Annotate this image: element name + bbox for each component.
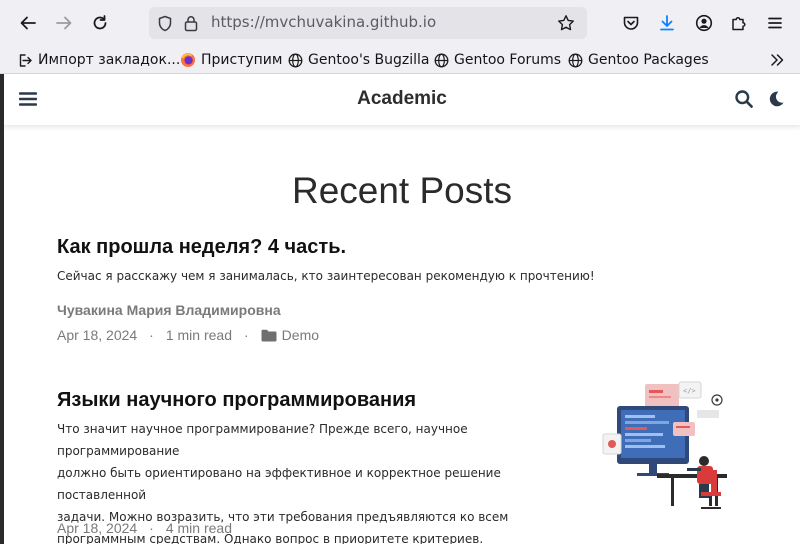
globe-icon: [287, 52, 303, 68]
forward-button[interactable]: [49, 8, 79, 38]
firefox-icon: [180, 52, 196, 68]
meta-separator: ·: [149, 520, 154, 536]
url-bar[interactable]: https://mvchuvakina.github.io: [149, 7, 587, 39]
page-title: Recent Posts: [291, 170, 513, 211]
url-text[interactable]: https://mvchuvakina.github.io: [211, 13, 436, 31]
bookmark-gentoo-packages[interactable]: Gentoo Packages: [567, 50, 709, 70]
lock-icon[interactable]: [182, 14, 200, 32]
post-summary: Сейчас я расскажу чем я занималась, кто …: [57, 269, 595, 283]
post-title-link[interactable]: Языки научного программирования: [57, 389, 416, 412]
post-date: Apr 18, 2024: [57, 520, 138, 536]
search-button[interactable]: [732, 87, 756, 111]
folder-icon: [261, 329, 277, 342]
bookmark-import[interactable]: Импорт закладок...: [17, 50, 180, 70]
meta-separator: ·: [244, 327, 249, 343]
meta-separator: ·: [149, 327, 154, 343]
account-button[interactable]: [689, 8, 719, 38]
hamburger-icon: [768, 17, 782, 29]
bookmark-label: Gentoo Forums: [454, 52, 562, 68]
post-read-time: 4 min read: [165, 520, 232, 536]
moon-icon: [769, 91, 784, 107]
post-meta: Apr 18, 2024 · 4 min read: [57, 518, 232, 538]
bookmark-gentoo-bugzilla[interactable]: Gentoo's Bugzilla: [287, 50, 430, 70]
pocket-button[interactable]: [616, 8, 646, 38]
bookmark-label: Gentoo's Bugzilla: [308, 52, 430, 68]
post-date: Apr 18, 2024: [57, 327, 138, 343]
bookmark-label: Импорт закладок...: [38, 52, 181, 68]
puzzle-icon: [732, 16, 746, 31]
download-icon: [660, 15, 674, 31]
forward-arrow-icon: [56, 16, 72, 30]
post-author-link[interactable]: Чувакина Мария Владимировна: [57, 302, 281, 318]
globe-icon: [567, 52, 583, 68]
double-chevron-right-icon: [771, 54, 784, 66]
dark-mode-toggle[interactable]: [764, 87, 788, 111]
post-meta: Apr 18, 2024 · 1 min read · Demo: [57, 325, 319, 345]
back-button[interactable]: [13, 8, 43, 38]
window-edge: [0, 74, 4, 544]
summary-line: должно быть ориентировано на эффективное…: [57, 466, 501, 502]
bookmark-label: Gentoo Packages: [588, 52, 709, 68]
browser-toolbar: https://mvchuvakina.github.io: [0, 0, 800, 46]
reload-icon: [93, 15, 107, 30]
post-read-time: 1 min read: [165, 327, 232, 343]
account-icon: [695, 14, 713, 32]
pocket-icon: [623, 16, 639, 30]
post-thumbnail-image[interactable]: </>: [597, 378, 747, 513]
bookmarks-overflow-button[interactable]: [769, 50, 785, 70]
downloads-button[interactable]: [652, 8, 682, 38]
post-title-link[interactable]: Как прошла неделя? 4 часть.: [57, 236, 346, 259]
reload-button[interactable]: [85, 8, 115, 38]
extensions-button[interactable]: [724, 8, 754, 38]
svg-text:</>: </>: [683, 387, 696, 395]
post-category-link[interactable]: Demo: [282, 327, 319, 343]
bookmark-label: Приступим: [201, 52, 283, 68]
bookmarks-bar: Импорт закладок... Приступим Gentoo's Bu…: [0, 46, 800, 74]
bookmark-gentoo-forums[interactable]: Gentoo Forums: [433, 50, 561, 70]
app-menu-button[interactable]: [760, 8, 790, 38]
site-navbar: Academic: [4, 74, 800, 126]
globe-icon: [433, 52, 449, 68]
summary-line: Что значит научное программирование? Пре…: [57, 422, 468, 458]
site-brand[interactable]: Academic: [4, 88, 800, 110]
bookmark-star-icon[interactable]: [557, 14, 575, 32]
back-arrow-icon: [20, 16, 36, 30]
bookmark-getting-started[interactable]: Приступим: [180, 50, 282, 70]
shield-icon[interactable]: [156, 14, 174, 32]
import-icon: [17, 52, 33, 68]
search-icon: [735, 90, 753, 108]
